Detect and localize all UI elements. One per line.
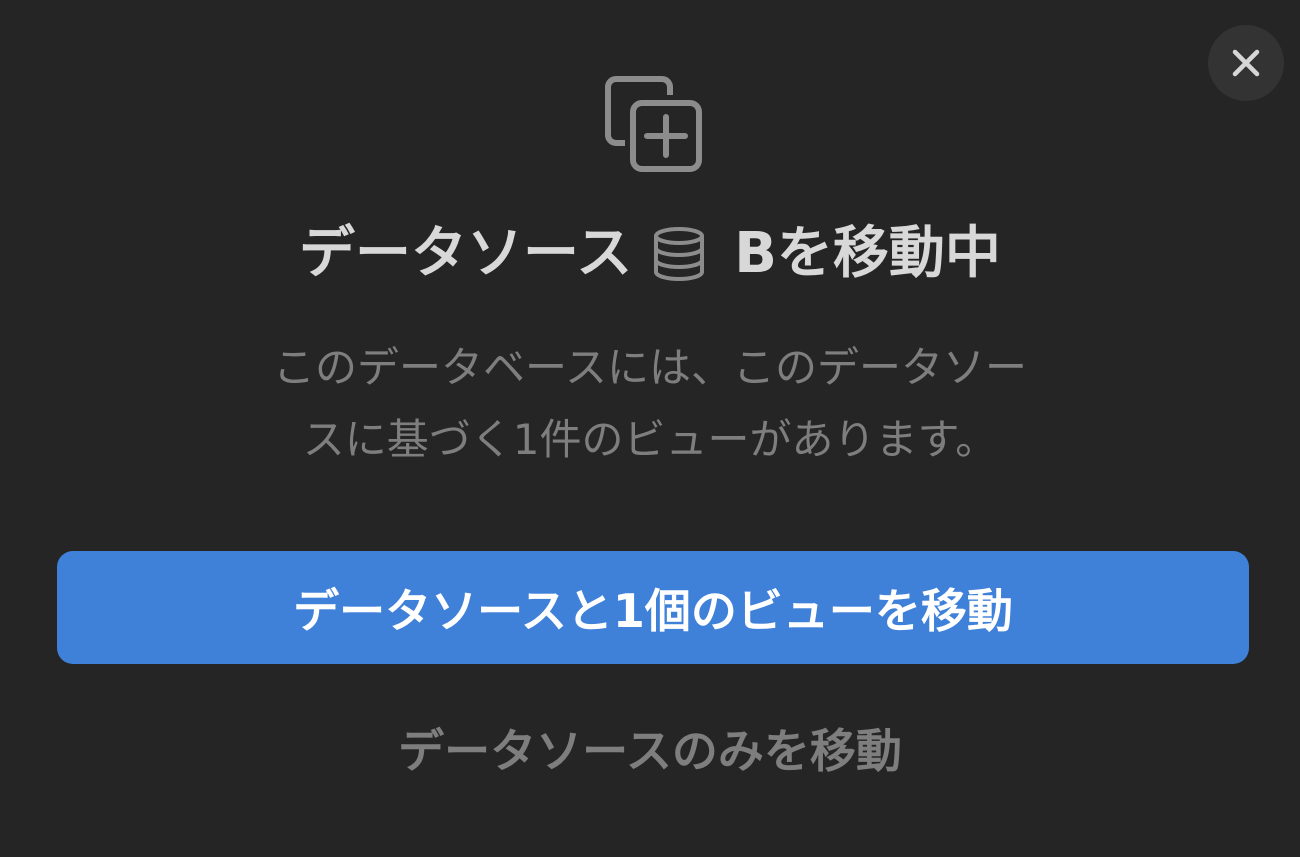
move-data-source-only-button[interactable]: データソースのみを移動 [300,708,1000,788]
dialog-description: このデータベースには、このデータソー スに基づく1件のビューがあります。 [200,332,1100,476]
move-with-views-button[interactable]: データソースと1個のビューを移動 [57,551,1249,664]
close-icon [1232,49,1260,77]
close-button[interactable] [1208,25,1284,101]
database-icon [654,227,705,281]
description-line: このデータベースには、このデータソー [273,343,1027,392]
move-data-source-dialog: データソース Bを移動中 このデータベースには、このデータソー スに基づく1件の… [0,0,1300,857]
copy-add-icon [605,76,702,172]
dialog-title: データソース Bを移動中 [0,218,1300,290]
title-text-after: Bを移動中 [734,221,1001,286]
description-line: スに基づく1件のビューがあります。 [302,415,998,464]
title-text-before: データソース [299,221,633,286]
